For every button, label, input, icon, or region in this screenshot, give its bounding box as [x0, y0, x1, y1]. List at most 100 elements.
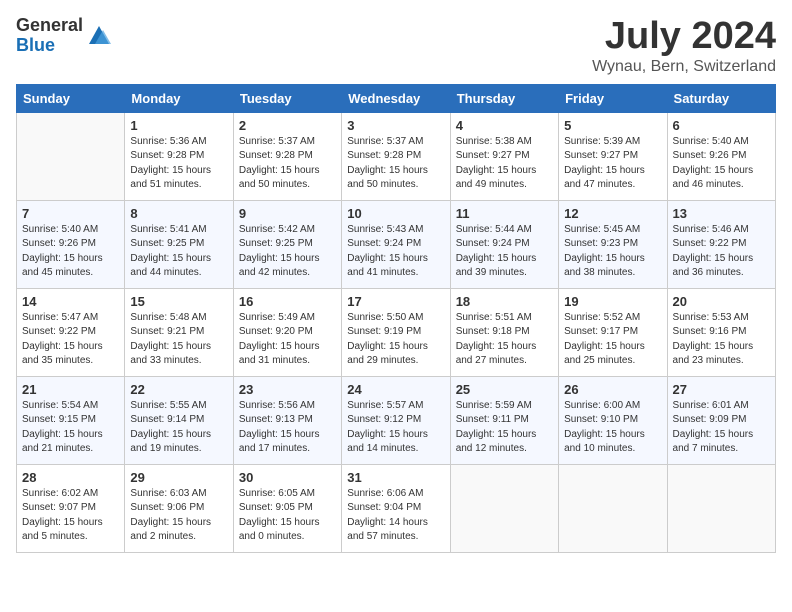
day-info: Sunrise: 5:42 AMSunset: 9:25 PMDaylight:… — [239, 223, 336, 281]
calendar-week-row: 21 Sunrise: 5:54 AMSunset: 9:15 PMDayligh… — [17, 376, 776, 464]
table-row: 1 Sunrise: 5:36 AMSunset: 9:28 PMDaylight… — [125, 112, 233, 200]
table-row — [17, 112, 125, 200]
day-number: 11 — [456, 206, 553, 221]
day-number: 8 — [130, 206, 227, 221]
day-info: Sunrise: 5:47 AMSunset: 9:22 PMDaylight:… — [22, 311, 119, 369]
day-number: 4 — [456, 118, 553, 133]
calendar-table: Sunday Monday Tuesday Wednesday Thursday… — [16, 84, 776, 553]
table-row: 18 Sunrise: 5:51 AMSunset: 9:18 PMDayligh… — [450, 288, 558, 376]
day-info: Sunrise: 6:02 AMSunset: 9:07 PMDaylight:… — [22, 487, 119, 545]
day-info: Sunrise: 5:39 AMSunset: 9:27 PMDaylight:… — [564, 135, 661, 193]
day-info: Sunrise: 5:54 AMSunset: 9:15 PMDaylight:… — [22, 399, 119, 457]
day-info: Sunrise: 5:52 AMSunset: 9:17 PMDaylight:… — [564, 311, 661, 369]
table-row: 24 Sunrise: 5:57 AMSunset: 9:12 PMDayligh… — [342, 376, 450, 464]
table-row: 6Sunrise: 5:40 AMSunset: 9:26 PMDaylight… — [667, 112, 775, 200]
day-number: 14 — [22, 294, 119, 309]
day-info: Sunrise: 5:45 AMSunset: 9:23 PMDaylight:… — [564, 223, 661, 281]
table-row: 27 Sunrise: 6:01 AMSunset: 9:09 PMDayligh… — [667, 376, 775, 464]
table-row: 2 Sunrise: 5:37 AMSunset: 9:28 PMDaylight… — [233, 112, 341, 200]
table-row: 21 Sunrise: 5:54 AMSunset: 9:15 PMDayligh… — [17, 376, 125, 464]
logo-general-text: General — [16, 16, 83, 36]
day-number: 3 — [347, 118, 444, 133]
day-number: 20 — [673, 294, 770, 309]
logo-icon — [85, 22, 113, 50]
day-info: Sunrise: 5:37 AMSunset: 9:28 PMDaylight:… — [239, 135, 336, 193]
table-row: 8 Sunrise: 5:41 AMSunset: 9:25 PMDaylight… — [125, 200, 233, 288]
col-monday: Monday — [125, 84, 233, 112]
table-row: 22 Sunrise: 5:55 AMSunset: 9:14 PMDayligh… — [125, 376, 233, 464]
day-number: 30 — [239, 470, 336, 485]
table-row: 20 Sunrise: 5:53 AMSunset: 9:16 PMDayligh… — [667, 288, 775, 376]
table-row: 12Sunrise: 5:45 AMSunset: 9:23 PMDayligh… — [559, 200, 667, 288]
day-number: 7 — [22, 206, 119, 221]
table-row: 9 Sunrise: 5:42 AMSunset: 9:25 PMDaylight… — [233, 200, 341, 288]
table-row: 16 Sunrise: 5:49 AMSunset: 9:20 PMDayligh… — [233, 288, 341, 376]
day-info: Sunrise: 5:43 AMSunset: 9:24 PMDaylight:… — [347, 223, 444, 281]
table-row: 10 Sunrise: 5:43 AMSunset: 9:24 PMDayligh… — [342, 200, 450, 288]
day-info: Sunrise: 5:57 AMSunset: 9:12 PMDaylight:… — [347, 399, 444, 457]
col-wednesday: Wednesday — [342, 84, 450, 112]
month-year-title: July 2024 — [592, 16, 776, 58]
table-row: 26 Sunrise: 6:00 AMSunset: 9:10 PMDayligh… — [559, 376, 667, 464]
table-row: 4Sunrise: 5:38 AMSunset: 9:27 PMDaylight… — [450, 112, 558, 200]
day-info: Sunrise: 5:49 AMSunset: 9:20 PMDaylight:… — [239, 311, 336, 369]
location-subtitle: Wynau, Bern, Switzerland — [592, 58, 776, 76]
day-info: Sunrise: 6:05 AMSunset: 9:05 PMDaylight:… — [239, 487, 336, 545]
day-info: Sunrise: 6:00 AMSunset: 9:10 PMDaylight:… — [564, 399, 661, 457]
table-row — [450, 464, 558, 552]
col-friday: Friday — [559, 84, 667, 112]
day-number: 10 — [347, 206, 444, 221]
table-row: 11 Sunrise: 5:44 AMSunset: 9:24 PMDayligh… — [450, 200, 558, 288]
day-info: Sunrise: 5:46 AMSunset: 9:22 PMDaylight:… — [673, 223, 770, 281]
day-number: 19 — [564, 294, 661, 309]
day-number: 29 — [130, 470, 227, 485]
day-number: 2 — [239, 118, 336, 133]
day-info: Sunrise: 5:44 AMSunset: 9:24 PMDaylight:… — [456, 223, 553, 281]
day-info: Sunrise: 5:55 AMSunset: 9:14 PMDaylight:… — [130, 399, 227, 457]
day-info: Sunrise: 5:51 AMSunset: 9:18 PMDaylight:… — [456, 311, 553, 369]
logo-blue-text: Blue — [16, 36, 83, 56]
day-info: Sunrise: 6:01 AMSunset: 9:09 PMDaylight:… — [673, 399, 770, 457]
day-info: Sunrise: 6:03 AMSunset: 9:06 PMDaylight:… — [130, 487, 227, 545]
day-number: 15 — [130, 294, 227, 309]
day-number: 21 — [22, 382, 119, 397]
logo: General Blue — [16, 16, 113, 56]
col-saturday: Saturday — [667, 84, 775, 112]
day-info: Sunrise: 5:56 AMSunset: 9:13 PMDaylight:… — [239, 399, 336, 457]
day-number: 23 — [239, 382, 336, 397]
calendar-week-row: 14 Sunrise: 5:47 AMSunset: 9:22 PMDayligh… — [17, 288, 776, 376]
day-number: 18 — [456, 294, 553, 309]
day-number: 31 — [347, 470, 444, 485]
day-number: 26 — [564, 382, 661, 397]
day-number: 17 — [347, 294, 444, 309]
day-number: 24 — [347, 382, 444, 397]
table-row: 7 Sunrise: 5:40 AMSunset: 9:26 PMDaylight… — [17, 200, 125, 288]
calendar-header-row: Sunday Monday Tuesday Wednesday Thursday… — [17, 84, 776, 112]
day-info: Sunrise: 5:41 AMSunset: 9:25 PMDaylight:… — [130, 223, 227, 281]
day-number: 27 — [673, 382, 770, 397]
day-info: Sunrise: 6:06 AMSunset: 9:04 PMDaylight:… — [347, 487, 444, 545]
day-number: 9 — [239, 206, 336, 221]
table-row: 19 Sunrise: 5:52 AMSunset: 9:17 PMDayligh… — [559, 288, 667, 376]
table-row — [559, 464, 667, 552]
col-thursday: Thursday — [450, 84, 558, 112]
col-sunday: Sunday — [17, 84, 125, 112]
day-number: 1 — [130, 118, 227, 133]
col-tuesday: Tuesday — [233, 84, 341, 112]
calendar-week-row: 28Sunrise: 6:02 AMSunset: 9:07 PMDayligh… — [17, 464, 776, 552]
day-number: 5 — [564, 118, 661, 133]
day-info: Sunrise: 5:50 AMSunset: 9:19 PMDaylight:… — [347, 311, 444, 369]
title-block: July 2024 Wynau, Bern, Switzerland — [592, 16, 776, 76]
table-row: 23 Sunrise: 5:56 AMSunset: 9:13 PMDayligh… — [233, 376, 341, 464]
table-row: 5 Sunrise: 5:39 AMSunset: 9:27 PMDaylight… — [559, 112, 667, 200]
table-row: 31 Sunrise: 6:06 AMSunset: 9:04 PMDayligh… — [342, 464, 450, 552]
day-info: Sunrise: 5:53 AMSunset: 9:16 PMDaylight:… — [673, 311, 770, 369]
table-row: 14 Sunrise: 5:47 AMSunset: 9:22 PMDayligh… — [17, 288, 125, 376]
table-row: 15Sunrise: 5:48 AMSunset: 9:21 PMDayligh… — [125, 288, 233, 376]
day-info: Sunrise: 5:40 AMSunset: 9:26 PMDaylight:… — [22, 223, 119, 281]
table-row: 17 Sunrise: 5:50 AMSunset: 9:19 PMDayligh… — [342, 288, 450, 376]
day-info: Sunrise: 5:36 AMSunset: 9:28 PMDaylight:… — [130, 135, 227, 193]
day-number: 16 — [239, 294, 336, 309]
day-number: 22 — [130, 382, 227, 397]
calendar-week-row: 7 Sunrise: 5:40 AMSunset: 9:26 PMDaylight… — [17, 200, 776, 288]
